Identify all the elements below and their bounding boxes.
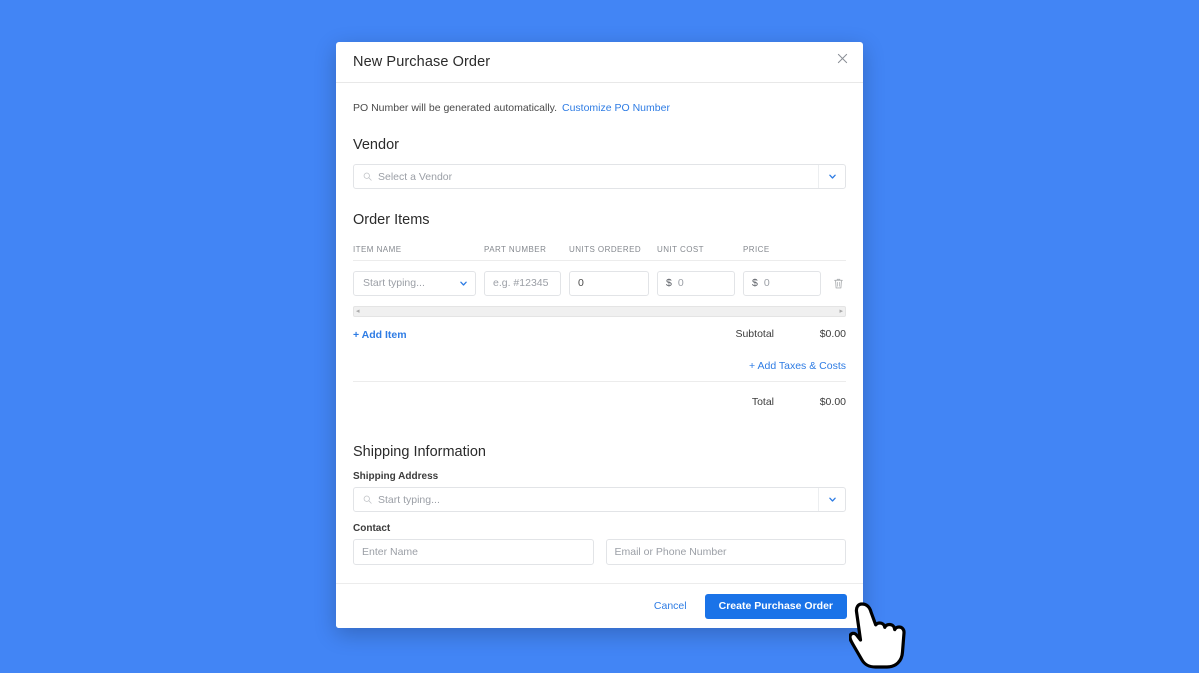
column-header-part-number: PART NUMBER: [484, 245, 547, 254]
chevron-down-icon: [828, 497, 836, 502]
subtotal-value: $0.00: [819, 328, 846, 340]
unit-cost-currency: $: [666, 277, 672, 289]
contact-email-input[interactable]: [605, 539, 846, 565]
modal-header: New Purchase Order: [336, 42, 863, 83]
add-taxes-and-costs-button[interactable]: + Add Taxes & Costs: [749, 360, 846, 372]
vendor-select[interactable]: Select a Vendor: [353, 164, 846, 189]
search-icon: [363, 495, 372, 504]
new-purchase-order-modal: New Purchase Order PO Number will be gen…: [336, 42, 863, 628]
create-purchase-order-button[interactable]: Create Purchase Order: [704, 593, 847, 619]
shipping-address-caret[interactable]: [818, 488, 845, 511]
scroll-left-arrow-icon[interactable]: ◂: [356, 308, 360, 315]
order-items-table: ITEM NAME PART NUMBER UNITS ORDERED UNIT…: [353, 239, 846, 317]
column-header-units-ordered: UNITS ORDERED: [569, 245, 642, 254]
total-value: $0.00: [819, 396, 846, 408]
unit-cost-value: 0: [677, 277, 684, 289]
item-name-caret[interactable]: [451, 272, 475, 295]
trash-icon[interactable]: [829, 274, 847, 292]
order-items-section-title: Order Items: [353, 212, 430, 228]
total-row: Total $0.00: [353, 382, 846, 422]
price-value: 0: [763, 277, 770, 289]
chevron-down-icon: [459, 281, 467, 286]
page-title: New Purchase Order: [353, 54, 491, 70]
subtotal-label: Subtotal: [735, 328, 774, 340]
po-number-note-text: PO Number will be generated automaticall…: [353, 102, 558, 114]
contact-row: [353, 539, 846, 565]
subtotal-row: + Add Item Subtotal $0.00: [353, 317, 846, 351]
order-items-header-row: ITEM NAME PART NUMBER UNITS ORDERED UNIT…: [353, 239, 846, 261]
modal-footer: Cancel Create Purchase Order: [336, 583, 863, 628]
item-name-placeholder: Start typing...: [363, 277, 425, 289]
search-icon: [363, 172, 372, 181]
cancel-button[interactable]: Cancel: [642, 594, 699, 618]
vendor-select-placeholder: Select a Vendor: [378, 170, 453, 183]
shipping-address-select[interactable]: Start typing...: [353, 487, 846, 512]
table-row: Start typing... e.g. #12345 0 $ 0 $ 0: [353, 261, 846, 305]
contact-name-input[interactable]: [353, 539, 594, 565]
shipping-address-placeholder: Start typing...: [378, 493, 440, 506]
customize-po-number-link[interactable]: Customize PO Number: [562, 102, 670, 114]
scroll-right-arrow-icon[interactable]: ▸: [839, 308, 843, 315]
chevron-down-icon: [828, 174, 836, 179]
po-number-note: PO Number will be generated automaticall…: [353, 99, 846, 114]
unit-cost-input[interactable]: $ 0: [657, 270, 735, 296]
vendor-select-caret[interactable]: [818, 165, 845, 188]
units-ordered-input[interactable]: [569, 270, 649, 296]
close-icon[interactable]: [834, 50, 850, 66]
shipping-section-title: Shipping Information: [353, 444, 486, 460]
contact-label: Contact: [353, 523, 391, 534]
modal-body: PO Number will be generated automaticall…: [336, 83, 863, 582]
column-header-price: PRICE: [743, 245, 770, 254]
total-label: Total: [751, 396, 774, 408]
item-name-select[interactable]: Start typing...: [353, 270, 476, 296]
price-input[interactable]: $ 0: [743, 270, 821, 296]
column-header-item-name: ITEM NAME: [353, 245, 402, 254]
add-item-button[interactable]: + Add Item: [353, 329, 407, 341]
column-header-unit-cost: UNIT COST: [657, 245, 705, 254]
add-taxes-row: + Add Taxes & Costs: [353, 351, 846, 381]
shipping-address-label: Shipping Address: [353, 471, 439, 482]
part-number-input[interactable]: [484, 270, 561, 296]
price-currency: $: [752, 277, 758, 289]
order-items-horizontal-scrollbar[interactable]: ◂ ▸: [353, 306, 846, 317]
vendor-section-title: Vendor: [353, 137, 399, 153]
